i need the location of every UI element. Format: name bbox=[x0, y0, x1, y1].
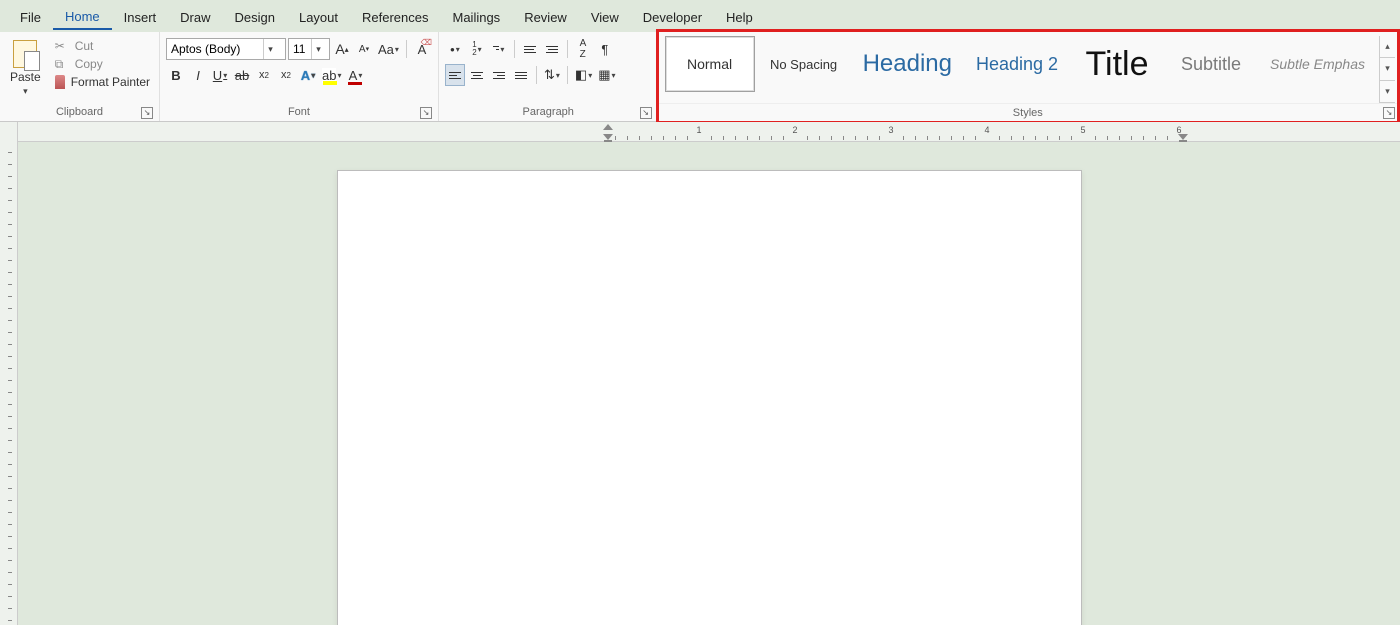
ruler-number: 6 bbox=[1176, 125, 1181, 135]
work-area: 1 2 3 4 5 6 bbox=[0, 122, 1400, 625]
group-font: ▾ ▾ A▴ A▾ Aa▾ A⌫ B I bbox=[160, 32, 439, 121]
first-line-indent-marker[interactable] bbox=[603, 124, 613, 130]
style-normal[interactable]: Normal bbox=[665, 36, 755, 92]
cut-icon: ✂ bbox=[55, 39, 69, 53]
copy-button[interactable]: ⧉ Copy bbox=[51, 56, 154, 72]
group-clipboard: Paste ▾ ✂ Cut ⧉ Copy Format Painter bbox=[0, 32, 160, 121]
tab-design[interactable]: Design bbox=[223, 4, 287, 29]
line-spacing-button[interactable]: ⇅▾ bbox=[542, 64, 562, 86]
align-center-button[interactable] bbox=[467, 64, 487, 86]
paragraph-launcher[interactable]: ↘ bbox=[640, 107, 652, 119]
italic-button[interactable]: I bbox=[188, 64, 208, 86]
underline-button[interactable]: U▾ bbox=[210, 64, 230, 86]
style-title[interactable]: Title bbox=[1072, 36, 1162, 92]
style-heading-2[interactable]: Heading 2 bbox=[966, 36, 1068, 92]
styles-launcher[interactable]: ↘ bbox=[1383, 107, 1395, 119]
ruler-number: 2 bbox=[792, 125, 797, 135]
ruler-number: 3 bbox=[888, 125, 893, 135]
tab-home[interactable]: Home bbox=[53, 3, 112, 30]
styles-up-icon[interactable]: ▴ bbox=[1380, 36, 1395, 58]
align-left-button[interactable] bbox=[445, 64, 465, 86]
font-launcher[interactable]: ↘ bbox=[420, 107, 432, 119]
style-subtitle[interactable]: Subtitle bbox=[1166, 36, 1256, 92]
styles-more-icon[interactable]: ▾ bbox=[1380, 81, 1395, 103]
ruler-number: 1 bbox=[696, 125, 701, 135]
text-effects-button[interactable]: A▾ bbox=[298, 64, 318, 86]
paragraph-group-label: Paragraph ↘ bbox=[443, 103, 654, 121]
styles-scroll[interactable]: ▴▾▾ bbox=[1379, 36, 1395, 103]
ribbon-tabs: FileHomeInsertDrawDesignLayoutReferences… bbox=[0, 0, 1400, 32]
horizontal-ruler[interactable]: 1 2 3 4 5 6 bbox=[18, 122, 1400, 142]
tab-layout[interactable]: Layout bbox=[287, 4, 350, 29]
tab-references[interactable]: References bbox=[350, 4, 440, 29]
font-size-combo[interactable]: ▾ bbox=[288, 38, 330, 60]
sort-button[interactable]: AZ bbox=[573, 38, 593, 60]
font-name-dropdown-icon[interactable]: ▾ bbox=[263, 39, 277, 59]
document-page[interactable] bbox=[337, 170, 1082, 625]
group-styles: NormalNo SpacingHeadingHeading 2TitleSub… bbox=[656, 29, 1400, 124]
bold-button[interactable]: B bbox=[166, 64, 186, 86]
font-group-label: Font ↘ bbox=[164, 103, 434, 121]
font-size-input[interactable] bbox=[289, 39, 311, 59]
styles-group-label: Styles ↘ bbox=[659, 103, 1397, 121]
tab-mailings[interactable]: Mailings bbox=[441, 4, 513, 29]
paste-label: Paste bbox=[10, 70, 41, 84]
justify-button[interactable] bbox=[511, 64, 531, 86]
show-marks-button[interactable]: ¶ bbox=[595, 38, 615, 60]
vertical-ruler[interactable] bbox=[0, 122, 18, 625]
tab-file[interactable]: File bbox=[8, 4, 53, 29]
clipboard-launcher[interactable]: ↘ bbox=[141, 107, 153, 119]
change-case-button[interactable]: Aa▾ bbox=[376, 38, 401, 60]
increase-indent-button[interactable] bbox=[542, 38, 562, 60]
highlight-button[interactable]: ab▾ bbox=[320, 64, 343, 86]
bullets-button[interactable]: •▾ bbox=[445, 38, 465, 60]
style-no-spacing[interactable]: No Spacing bbox=[759, 36, 849, 92]
highlight-swatch-icon bbox=[323, 81, 337, 85]
superscript-button[interactable]: x2 bbox=[276, 64, 296, 86]
styles-gallery: NormalNo SpacingHeadingHeading 2TitleSub… bbox=[659, 32, 1397, 103]
font-color-button[interactable]: A▾ bbox=[345, 64, 365, 86]
styles-down-icon[interactable]: ▾ bbox=[1380, 58, 1395, 80]
shading-button[interactable]: ◧▾ bbox=[573, 64, 594, 86]
tab-help[interactable]: Help bbox=[714, 4, 765, 29]
group-paragraph: •▾ 12▾ ▾ AZ ¶ bbox=[439, 32, 659, 121]
subscript-button[interactable]: x2 bbox=[254, 64, 274, 86]
decrease-font-button[interactable]: A▾ bbox=[354, 38, 374, 60]
strikethrough-button[interactable]: ab bbox=[232, 64, 252, 86]
format-painter-icon bbox=[55, 75, 65, 89]
format-painter-button[interactable]: Format Painter bbox=[51, 74, 154, 90]
borders-button[interactable]: ▦▾ bbox=[596, 64, 617, 86]
tab-developer[interactable]: Developer bbox=[631, 4, 714, 29]
ribbon: Paste ▾ ✂ Cut ⧉ Copy Format Painter bbox=[0, 32, 1400, 122]
paste-button[interactable]: Paste ▾ bbox=[4, 36, 47, 101]
tab-view[interactable]: View bbox=[579, 4, 631, 29]
style-heading[interactable]: Heading bbox=[853, 36, 962, 92]
font-name-combo[interactable]: ▾ bbox=[166, 38, 286, 60]
copy-label: Copy bbox=[75, 57, 103, 71]
ruler-number: 5 bbox=[1080, 125, 1085, 135]
paste-icon bbox=[13, 40, 37, 68]
paste-caret-icon: ▾ bbox=[23, 86, 28, 97]
font-name-input[interactable] bbox=[167, 39, 263, 59]
tab-review[interactable]: Review bbox=[512, 4, 579, 29]
align-right-button[interactable] bbox=[489, 64, 509, 86]
font-size-dropdown-icon[interactable]: ▾ bbox=[311, 39, 325, 59]
font-color-swatch-icon bbox=[348, 82, 362, 85]
cut-button[interactable]: ✂ Cut bbox=[51, 38, 154, 54]
multilevel-list-button[interactable]: ▾ bbox=[489, 38, 509, 60]
tab-insert[interactable]: Insert bbox=[112, 4, 169, 29]
clear-formatting-button[interactable]: A⌫ bbox=[412, 38, 432, 60]
document-canvas[interactable] bbox=[18, 142, 1400, 625]
cut-label: Cut bbox=[75, 39, 94, 53]
tab-draw[interactable]: Draw bbox=[168, 4, 222, 29]
format-painter-label: Format Painter bbox=[71, 75, 150, 89]
ruler-number: 4 bbox=[984, 125, 989, 135]
style-subtle-emphas[interactable]: Subtle Emphas bbox=[1260, 36, 1375, 92]
decrease-indent-button[interactable] bbox=[520, 38, 540, 60]
numbering-button[interactable]: 12▾ bbox=[467, 38, 487, 60]
clipboard-group-label: Clipboard ↘ bbox=[4, 103, 155, 121]
copy-icon: ⧉ bbox=[55, 57, 69, 71]
increase-font-button[interactable]: A▴ bbox=[332, 38, 352, 60]
left-indent-marker[interactable] bbox=[603, 134, 613, 140]
